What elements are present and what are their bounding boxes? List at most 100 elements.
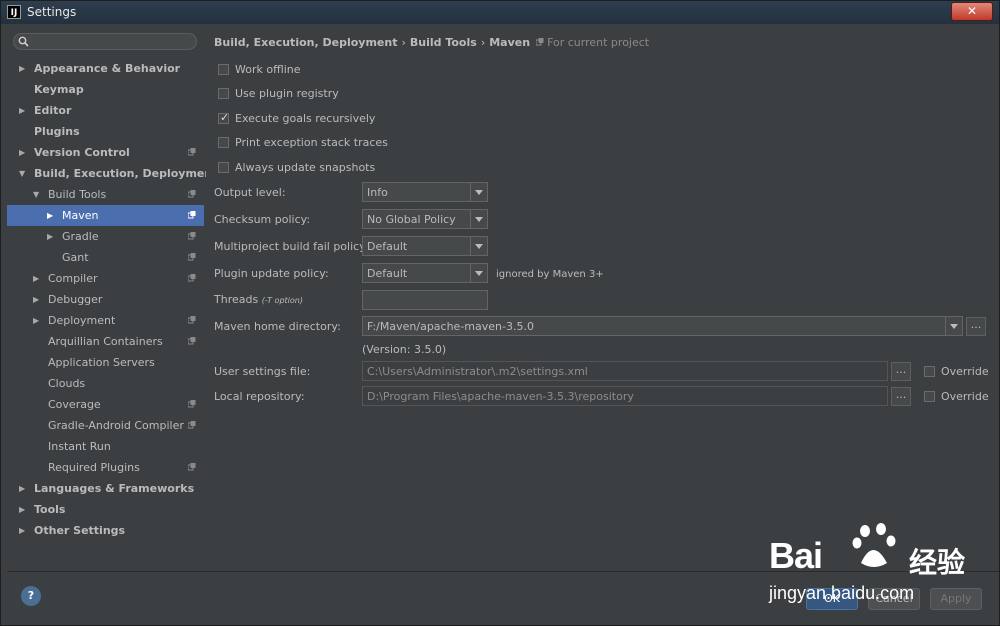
sidebar-item-label: Debugger	[48, 293, 103, 306]
checkbox-box[interactable]	[924, 366, 935, 377]
project-scope-icon	[188, 274, 196, 282]
breadcrumb-separator: ›	[480, 36, 486, 49]
checkbox-box[interactable]: ✓	[218, 111, 230, 124]
sidebar-item-version-control[interactable]: ▶ Version Control	[7, 142, 204, 163]
work-offline-label: Work offline	[235, 63, 301, 76]
maven-settings-panel: Build, Execution, Deployment › Build Tools…	[206, 28, 999, 569]
output-level-value: Info	[367, 186, 388, 199]
sidebar-item-build-execution-deployment[interactable]: ▼ Build, Execution, Deployment	[7, 163, 217, 184]
plugin-update-policy-select[interactable]: Default	[362, 263, 488, 283]
user-settings-browse-button[interactable]: ...	[891, 362, 911, 381]
output-level-label: Output level:	[214, 186, 286, 199]
sidebar-item-appearance-behavior[interactable]: ▶ Appearance & Behavior	[7, 58, 204, 79]
checkbox-box[interactable]	[924, 391, 935, 402]
collapsed-arrow-icon[interactable]: ▶	[19, 142, 25, 163]
breadcrumb-build-execution: Build, Execution, Deployment	[214, 36, 398, 49]
sidebar-item-gant[interactable]: Gant	[7, 247, 204, 268]
chevron-down-icon[interactable]	[945, 317, 962, 335]
checksum-policy-select[interactable]: No Global Policy	[362, 209, 488, 229]
always-update-snapshots-label: Always update snapshots	[235, 161, 376, 174]
project-scope-label: For current project	[547, 36, 650, 49]
plugin-update-hint: ignored by Maven 3+	[496, 269, 604, 280]
checkmark-icon: ✓	[220, 111, 230, 124]
sidebar-item-label: Build, Execution, Deployment	[34, 167, 218, 180]
checkbox-box[interactable]	[218, 88, 229, 99]
local-repository-browse-button[interactable]: ...	[891, 387, 911, 406]
sidebar-item-languages-frameworks[interactable]: ▶ Languages & Frameworks	[7, 478, 204, 499]
collapsed-arrow-icon[interactable]: ▶	[33, 289, 39, 310]
sidebar-item-instant-run[interactable]: Instant Run	[7, 436, 204, 457]
collapsed-arrow-icon[interactable]: ▶	[47, 205, 53, 226]
threads-input[interactable]	[362, 290, 488, 310]
help-button[interactable]: ?	[21, 586, 41, 606]
chevron-down-icon[interactable]	[470, 183, 487, 201]
multiproject-fail-label: Multiproject build fail policy:	[214, 240, 369, 253]
execute-goals-recursively-label: Execute goals recursively	[235, 112, 376, 125]
sidebar-item-gradle[interactable]: ▶ Gradle	[7, 226, 204, 247]
sidebar-item-build-tools[interactable]: ▼ Build Tools	[7, 184, 204, 205]
sidebar-item-clouds[interactable]: Clouds	[7, 373, 204, 394]
sidebar-item-keymap[interactable]: Keymap	[7, 79, 204, 100]
local-repository-input[interactable]: D:\Program Files\apache-maven-3.5.3\repo…	[362, 386, 888, 406]
project-scope-icon	[188, 232, 196, 240]
collapsed-arrow-icon[interactable]: ▶	[19, 100, 25, 121]
threads-label-text: Threads	[214, 293, 259, 306]
multiproject-fail-value: Default	[367, 240, 408, 253]
plugin-update-policy-label: Plugin update policy:	[214, 267, 329, 280]
sidebar-item-application-servers[interactable]: Application Servers	[7, 352, 204, 373]
sidebar-item-label: Arquillian Containers	[48, 335, 163, 348]
sidebar-item-maven[interactable]: ▶ Maven	[7, 205, 204, 226]
sidebar-item-coverage[interactable]: Coverage	[7, 394, 204, 415]
threads-label: Threads (-T option)	[214, 293, 303, 306]
project-scope-note: For current project	[535, 36, 650, 49]
chevron-down-icon[interactable]	[470, 210, 487, 228]
output-level-select[interactable]: Info	[362, 182, 488, 202]
chevron-down-icon[interactable]	[470, 237, 487, 255]
expanded-arrow-icon[interactable]: ▼	[33, 184, 39, 205]
maven-home-browse-button[interactable]: ...	[966, 317, 986, 336]
collapsed-arrow-icon[interactable]: ▶	[33, 268, 39, 289]
user-settings-input[interactable]: C:\Users\Administrator\.m2\settings.xml	[362, 361, 888, 381]
sidebar-item-label: Application Servers	[48, 356, 155, 369]
checkbox-box[interactable]	[218, 137, 229, 148]
sidebar-item-tools[interactable]: ▶ Tools	[7, 499, 204, 520]
collapsed-arrow-icon[interactable]: ▶	[47, 226, 53, 247]
sidebar-item-plugins[interactable]: Plugins	[7, 121, 204, 142]
settings-window: IJ Settings ✕ ▶ Appearance & Behavior Keym…	[0, 0, 1000, 626]
collapsed-arrow-icon[interactable]: ▶	[19, 499, 25, 520]
search-icon	[18, 36, 29, 47]
maven-home-select[interactable]: F:/Maven/apache-maven-3.5.0	[362, 316, 963, 336]
checkbox-box[interactable]	[218, 64, 229, 75]
local-repository-label: Local repository:	[214, 390, 305, 403]
sidebar-item-compiler[interactable]: ▶ Compiler	[7, 268, 204, 289]
project-scope-icon	[188, 190, 196, 198]
sidebar-item-editor[interactable]: ▶ Editor	[7, 100, 204, 121]
sidebar-item-label: Keymap	[34, 83, 84, 96]
collapsed-arrow-icon[interactable]: ▶	[19, 520, 25, 541]
local-repository-value: D:\Program Files\apache-maven-3.5.3\repo…	[367, 390, 634, 403]
override-label: Override	[941, 365, 989, 378]
project-scope-icon	[188, 148, 196, 156]
sidebar-item-label: Required Plugins	[48, 461, 140, 474]
close-button[interactable]: ✕	[951, 2, 993, 21]
sidebar-item-gradle-android-compiler[interactable]: Gradle-Android Compiler	[7, 415, 204, 436]
sidebar-item-required-plugins[interactable]: Required Plugins	[7, 457, 204, 478]
collapsed-arrow-icon[interactable]: ▶	[19, 58, 25, 79]
search-input[interactable]	[13, 33, 197, 50]
sidebar-item-label: Deployment	[48, 314, 116, 327]
sidebar-item-label: Instant Run	[48, 440, 111, 453]
chevron-down-icon[interactable]	[470, 264, 487, 282]
multiproject-fail-select[interactable]: Default	[362, 236, 488, 256]
baidu-watermark: Bai 经验 jingyan.baidu.com	[769, 515, 999, 611]
window-title: Settings	[27, 5, 77, 19]
checkbox-box[interactable]	[218, 162, 229, 173]
sidebar-item-deployment[interactable]: ▶ Deployment	[7, 310, 204, 331]
sidebar-item-other-settings[interactable]: ▶ Other Settings	[7, 520, 204, 541]
collapsed-arrow-icon[interactable]: ▶	[33, 310, 39, 331]
sidebar-item-label: Tools	[34, 503, 66, 516]
collapsed-arrow-icon[interactable]: ▶	[19, 478, 25, 499]
expanded-arrow-icon[interactable]: ▼	[19, 163, 25, 184]
sidebar-item-arquillian-containers[interactable]: Arquillian Containers	[7, 331, 204, 352]
sidebar-item-debugger[interactable]: ▶ Debugger	[7, 289, 204, 310]
project-scope-icon	[188, 337, 196, 345]
